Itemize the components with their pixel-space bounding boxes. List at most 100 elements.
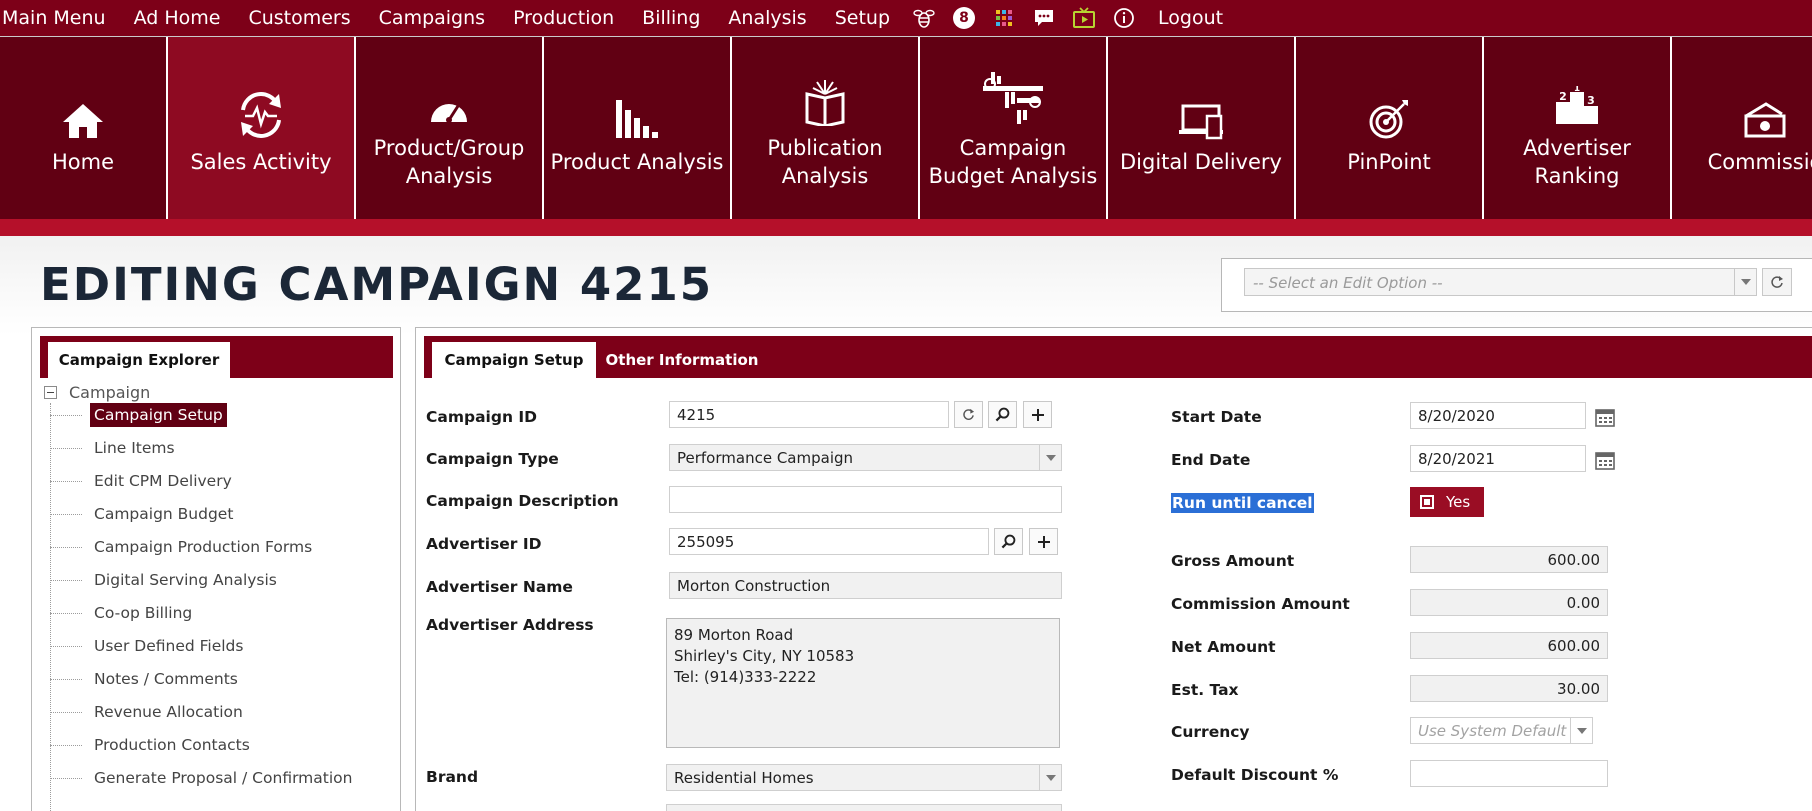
tile-product-analysis[interactable]: Product Analysis	[544, 37, 732, 219]
campaign-type-select[interactable]: Performance Campaign	[669, 444, 1062, 471]
tree-item-generate-proposal[interactable]: Generate Proposal / Confirmation	[50, 765, 356, 791]
menu-setup[interactable]: Setup	[821, 7, 904, 29]
brand-value: Residential Homes	[674, 769, 814, 787]
tile-label: Commissio	[1707, 150, 1812, 174]
menu-customers[interactable]: Customers	[234, 7, 364, 29]
tree-item-campaign-production-forms[interactable]: Campaign Production Forms	[50, 534, 316, 560]
menu-campaigns[interactable]: Campaigns	[365, 7, 499, 29]
net-amount-field[interactable]: 600.00	[1410, 632, 1608, 659]
campaign-search-button[interactable]	[988, 401, 1017, 428]
tree-item-label: Digital Serving Analysis	[94, 571, 277, 589]
tree-item-edit-cpm-delivery[interactable]: Edit CPM Delivery	[50, 468, 236, 494]
budget-icon	[981, 66, 1045, 126]
start-date-label: Start Date	[1171, 408, 1262, 426]
tile-product-group-analysis[interactable]: Product/Group Analysis	[356, 37, 544, 219]
campaign-description-field[interactable]	[669, 486, 1062, 513]
advertiser-name-field[interactable]: Morton Construction	[669, 572, 1062, 599]
chevron-down-icon	[1734, 269, 1756, 295]
chevron-down-icon	[1039, 445, 1061, 470]
campaign-refresh-button[interactable]	[954, 401, 983, 428]
menu-ad-home[interactable]: Ad Home	[120, 7, 235, 29]
calendar-icon[interactable]	[1594, 449, 1616, 471]
menu-production[interactable]: Production	[499, 7, 628, 29]
advertiser-add-button[interactable]	[1029, 528, 1058, 555]
campaign-add-button[interactable]	[1023, 401, 1052, 428]
collapse-icon[interactable]	[44, 386, 57, 399]
tree-item-revenue-allocation[interactable]: Revenue Allocation	[50, 699, 247, 725]
tree-item-notes-comments[interactable]: Notes / Comments	[50, 666, 242, 692]
tree-item-user-defined-fields[interactable]: User Defined Fields	[50, 633, 247, 659]
tree-item-campaign-setup[interactable]: Campaign Setup	[50, 402, 227, 428]
edit-option-select[interactable]: -- Select an Edit Option --	[1244, 268, 1757, 296]
tree-item-label: Campaign Budget	[94, 505, 234, 523]
currency-select[interactable]: Use System Default	[1410, 717, 1593, 744]
chat-icon[interactable]	[1024, 0, 1064, 36]
tab-campaign-setup[interactable]: Campaign Setup	[432, 342, 596, 378]
tile-advertiser-ranking[interactable]: 213 Advertiser Ranking	[1484, 37, 1672, 219]
gross-amount-field[interactable]: 600.00	[1410, 546, 1608, 573]
menu-analysis[interactable]: Analysis	[714, 7, 820, 29]
est-tax-field[interactable]: 30.00	[1410, 675, 1608, 702]
tile-label: Home	[51, 150, 114, 174]
tree-item-digital-serving-analysis[interactable]: Digital Serving Analysis	[50, 567, 281, 593]
refresh-icon	[1771, 276, 1783, 288]
search-icon	[1001, 534, 1016, 549]
tile-home[interactable]: Home	[0, 37, 168, 219]
run-until-cancel-label: Run until cancel	[1171, 493, 1314, 513]
tile-publication-analysis[interactable]: Publication Analysis	[732, 37, 920, 219]
tree-item-campaign-budget[interactable]: Campaign Budget	[50, 501, 237, 527]
campaign-form-panel: Campaign Setup Other Information Campaig…	[415, 327, 1812, 811]
plus-icon	[1037, 535, 1050, 548]
run-until-cancel-toggle[interactable]: Yes	[1410, 487, 1484, 517]
tab-other-information[interactable]: Other Information	[602, 342, 762, 378]
campaign-id-field[interactable]: 4215	[669, 401, 949, 428]
advertiser-address-field[interactable]: 89 Morton Road Shirley's City, NY 10583 …	[666, 618, 1060, 748]
logout-link[interactable]: Logout	[1144, 7, 1237, 29]
tree-item-line-items[interactable]: Line Items	[50, 435, 179, 461]
end-date-field[interactable]: 8/20/2021	[1410, 445, 1586, 472]
tv-icon[interactable]	[1064, 0, 1104, 36]
apps-grid-icon[interactable]	[984, 0, 1024, 36]
menu-main-menu[interactable]: Main Menu	[0, 7, 120, 29]
notification-badge[interactable]: 8	[944, 0, 984, 36]
svg-text:3: 3	[1587, 94, 1595, 107]
tile-digital-delivery[interactable]: Digital Delivery	[1108, 37, 1296, 219]
commission-amount-label: Commission Amount	[1171, 595, 1350, 613]
advertiser-id-field[interactable]: 255095	[669, 528, 989, 555]
tile-campaign-budget-analysis[interactable]: Campaign Budget Analysis	[920, 37, 1108, 219]
tree-item-label: Campaign Setup	[90, 403, 227, 427]
commission-amount-field[interactable]: 0.00	[1410, 589, 1608, 616]
campaign-type-label: Campaign Type	[426, 450, 559, 468]
advertiser-search-button[interactable]	[994, 528, 1023, 555]
tab-campaign-explorer[interactable]: Campaign Explorer	[48, 342, 230, 378]
tile-sales-activity[interactable]: Sales Activity	[168, 37, 356, 219]
edit-option-placeholder: -- Select an Edit Option --	[1253, 274, 1443, 292]
sales-activity-icon	[233, 80, 289, 140]
campaign-id-label: Campaign ID	[426, 408, 538, 426]
tile-commission[interactable]: Commissio	[1672, 37, 1812, 219]
tree-root-campaign[interactable]: Campaign	[44, 383, 150, 402]
address-line: Tel: (914)333-2222	[674, 668, 817, 686]
gauge-icon	[427, 66, 471, 126]
checkbox-icon	[1420, 495, 1434, 509]
tile-label: Advertiser Ranking	[1523, 136, 1631, 188]
campaign-type-value: Performance Campaign	[677, 449, 854, 467]
tree-item-co-op-billing[interactable]: Co-op Billing	[50, 600, 196, 626]
calendar-icon[interactable]	[1594, 406, 1616, 428]
tree-item-production-contacts[interactable]: Production Contacts	[50, 732, 254, 758]
default-discount-label: Default Discount %	[1171, 766, 1339, 784]
menu-billing[interactable]: Billing	[628, 7, 714, 29]
info-icon[interactable]	[1104, 0, 1144, 36]
run-until-cancel-text: Run until cancel	[1171, 493, 1314, 513]
tile-pinpoint[interactable]: PinPoint	[1296, 37, 1484, 219]
gross-amount-label: Gross Amount	[1171, 552, 1295, 570]
dashboard-tiles: Home Sales Activity Product/Group Analys…	[0, 37, 1812, 219]
bee-icon[interactable]	[904, 0, 944, 36]
plus-icon	[1031, 408, 1044, 421]
brand-select[interactable]: Residential Homes	[666, 764, 1062, 791]
start-date-field[interactable]: 8/20/2020	[1410, 402, 1586, 429]
refresh-button[interactable]	[1762, 268, 1792, 296]
default-discount-field[interactable]	[1410, 760, 1608, 787]
advertiser-address-label: Advertiser Address	[426, 616, 594, 634]
next-field[interactable]	[666, 804, 1062, 811]
